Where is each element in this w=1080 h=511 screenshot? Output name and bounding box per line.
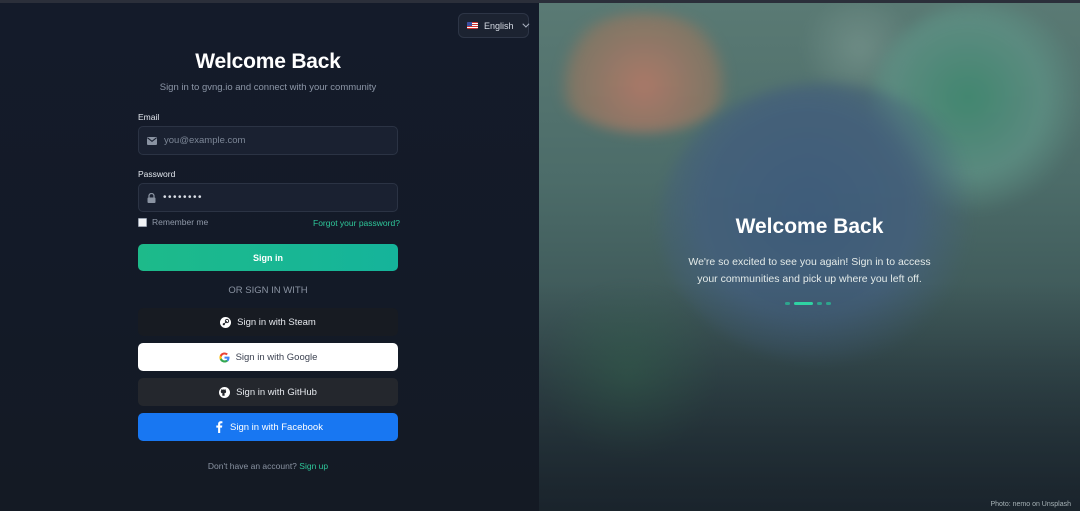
carousel-dot[interactable] bbox=[785, 302, 790, 305]
signup-prompt: Don't have an account? Sign up bbox=[0, 461, 536, 471]
github-icon bbox=[219, 386, 231, 398]
sign-in-panel: English Welcome Back Sign in to gvng.io … bbox=[0, 3, 539, 511]
email-field[interactable] bbox=[164, 135, 384, 146]
password-field[interactable]: •••••••• bbox=[163, 192, 203, 203]
github-sign-in-button[interactable]: Sign in with GitHub bbox=[138, 378, 398, 406]
email-field-wrapper bbox=[138, 126, 398, 155]
envelope-icon bbox=[147, 136, 157, 145]
carousel-indicators bbox=[785, 302, 831, 305]
google-sign-in-label: Sign in with Google bbox=[235, 351, 318, 363]
github-sign-in-label: Sign in with GitHub bbox=[236, 386, 317, 398]
chevron-down-icon bbox=[521, 20, 529, 28]
sign-up-link[interactable]: Sign up bbox=[299, 461, 328, 471]
carousel-dot[interactable] bbox=[826, 302, 831, 305]
hero-description: We're so excited to see you again! Sign … bbox=[688, 256, 931, 285]
forgot-password-link[interactable]: Forgot your password? bbox=[313, 218, 400, 228]
language-selector[interactable]: English bbox=[458, 13, 529, 38]
password-field-wrapper: •••••••• bbox=[138, 183, 398, 212]
language-label: English bbox=[484, 20, 514, 31]
remember-me[interactable]: Remember me bbox=[138, 217, 208, 227]
sign-in-button[interactable]: Sign in bbox=[138, 244, 398, 271]
google-sign-in-button[interactable]: Sign in with Google bbox=[138, 343, 398, 371]
steam-sign-in-button[interactable]: Sign in with Steam bbox=[138, 308, 398, 336]
facebook-sign-in-label: Sign in with Facebook bbox=[230, 421, 323, 433]
or-divider-text: OR SIGN IN WITH bbox=[228, 285, 308, 296]
facebook-sign-in-button[interactable]: Sign in with Facebook bbox=[138, 413, 398, 441]
steam-sign-in-label: Sign in with Steam bbox=[237, 316, 316, 328]
remember-checkbox[interactable] bbox=[138, 217, 147, 227]
password-label: Password bbox=[138, 169, 176, 179]
carousel-dot[interactable] bbox=[817, 302, 822, 305]
carousel-dot-active[interactable] bbox=[794, 302, 813, 305]
hero-panel: Welcome Back We're so excited to see you… bbox=[539, 3, 1080, 511]
google-icon bbox=[218, 352, 230, 363]
us-flag-icon bbox=[467, 22, 478, 29]
steam-icon bbox=[220, 316, 232, 328]
facebook-icon bbox=[213, 421, 224, 433]
lock-icon bbox=[147, 192, 156, 203]
photo-credit[interactable]: Photo: nemo on Unsplash bbox=[990, 501, 1071, 508]
email-label: Email bbox=[138, 112, 160, 122]
hero-title: Welcome Back bbox=[735, 215, 884, 238]
signup-prompt-text: Don't have an account? bbox=[207, 461, 297, 471]
remember-label: Remember me bbox=[152, 217, 209, 227]
page-title: Welcome Back bbox=[195, 50, 341, 73]
page-subtitle: Sign in to gvng.io and connect with your… bbox=[159, 82, 377, 93]
